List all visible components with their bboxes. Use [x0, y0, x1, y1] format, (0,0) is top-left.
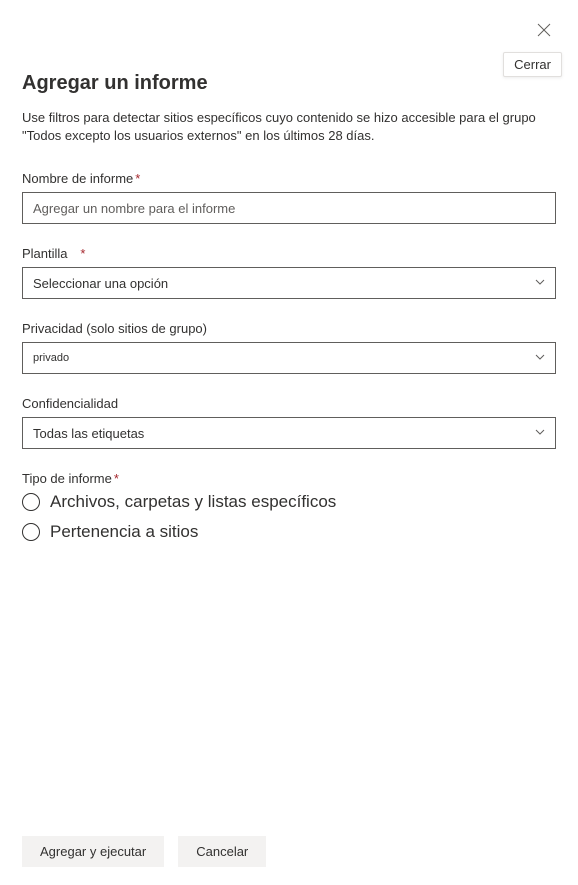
privacy-label: Privacidad (solo sitios de grupo) [22, 321, 556, 336]
report-name-label-text: Nombre de informe [22, 171, 133, 186]
report-type-radio-group: Archivos, carpetas y listas específicos … [22, 492, 556, 542]
sensitivity-select-wrap: Todas las etiquetas [22, 417, 556, 449]
report-name-label: Nombre de informe* [22, 171, 556, 186]
report-type-option-membership[interactable]: Pertenencia a sitios [22, 522, 556, 542]
privacy-select-wrap: privado [22, 342, 556, 374]
add-report-panel: Cerrar Agregar un informe Use filtros pa… [0, 0, 578, 885]
template-field: Plantilla * Seleccionar una opción [22, 246, 556, 299]
close-icon [536, 22, 552, 38]
sensitivity-field: Confidencialidad Todas las etiquetas [22, 396, 556, 449]
sensitivity-label: Confidencialidad [22, 396, 556, 411]
required-mark: * [135, 171, 140, 186]
radio-label: Pertenencia a sitios [50, 522, 198, 542]
report-type-label-text: Tipo de informe [22, 471, 112, 486]
sensitivity-select[interactable]: Todas las etiquetas [22, 417, 556, 449]
report-name-input[interactable] [22, 192, 556, 224]
privacy-select[interactable]: privado [22, 342, 556, 374]
template-select-wrap: Seleccionar una opción [22, 267, 556, 299]
page-title: Agregar un informe [22, 72, 556, 95]
radio-icon [22, 493, 40, 511]
report-type-option-files[interactable]: Archivos, carpetas y listas específicos [22, 492, 556, 512]
radio-label: Archivos, carpetas y listas específicos [50, 492, 336, 512]
report-type-label: Tipo de informe* [22, 471, 556, 486]
privacy-field: Privacidad (solo sitios de grupo) privad… [22, 321, 556, 374]
radio-icon [22, 523, 40, 541]
header-row: Cerrar [22, 18, 556, 42]
template-select[interactable]: Seleccionar una opción [22, 267, 556, 299]
close-tooltip: Cerrar [503, 52, 562, 77]
add-and-run-button[interactable]: Agregar y ejecutar [22, 836, 164, 867]
required-mark: * [114, 471, 119, 486]
footer: Agregar y ejecutar Cancelar [22, 820, 556, 867]
report-type-field: Tipo de informe* Archivos, carpetas y li… [22, 471, 556, 552]
cancel-button[interactable]: Cancelar [178, 836, 266, 867]
template-label: Plantilla * [22, 246, 556, 261]
report-name-field: Nombre de informe* [22, 171, 556, 224]
required-mark: * [80, 246, 85, 261]
close-button[interactable] [532, 18, 556, 42]
page-description: Use filtros para detectar sitios específ… [22, 109, 556, 145]
template-label-text: Plantilla [22, 246, 68, 261]
